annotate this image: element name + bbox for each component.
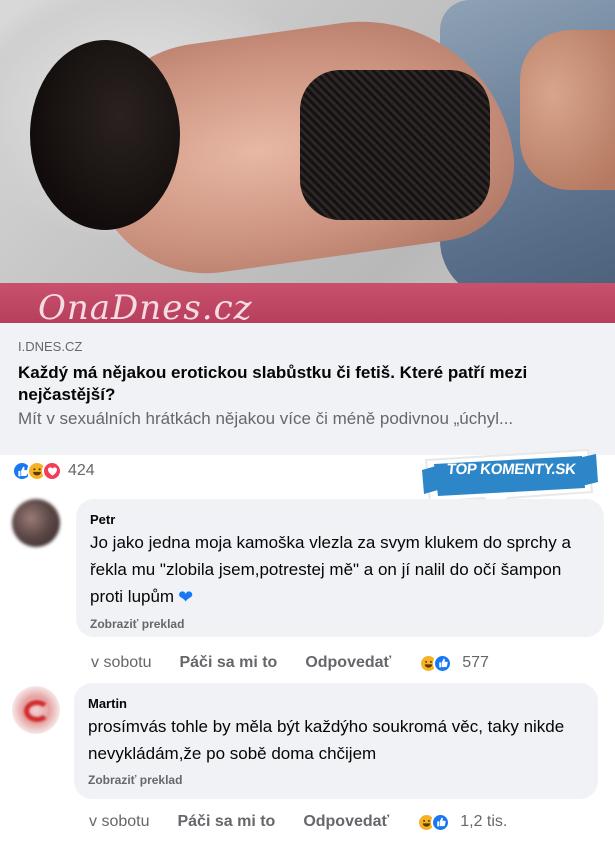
translate-link[interactable]: Zobraziť preklad <box>88 772 584 788</box>
comment-author[interactable]: Petr <box>90 511 590 528</box>
comment-reactions[interactable]: 1,2 tis. <box>417 812 508 832</box>
like-icon <box>431 812 451 832</box>
comment-timestamp[interactable]: v sobotu <box>89 813 149 831</box>
badge-text: TOP KOMENTY.SK <box>446 461 577 478</box>
like-icon <box>433 653 453 673</box>
torso-shape <box>520 30 615 190</box>
love-icon <box>42 461 62 481</box>
lace-lingerie-shape <box>300 70 490 220</box>
link-description: Mít v sexuálních hrátkách nějakou více č… <box>18 409 514 428</box>
comment-bubble-petr: Petr Jo jako jedna moja kamoška vlezla z… <box>76 499 604 637</box>
like-button[interactable]: Páči sa mi to <box>179 654 277 672</box>
comment-text: Jo jako jedna moja kamoška vlezla za svy… <box>90 529 590 611</box>
like-button[interactable]: Páči sa mi to <box>177 813 275 831</box>
reaction-summary[interactable]: 424 <box>12 460 95 482</box>
link-domain: I.DNES.CZ <box>18 339 83 354</box>
comment-reaction-count: 577 <box>462 654 489 671</box>
link-title[interactable]: Každý má nějakou erotickou slabůstku či … <box>18 362 597 406</box>
comment-actions-petr: v sobotu Páči sa mi to Odpovedať 577 <box>91 652 489 674</box>
comment-reactions[interactable]: 577 <box>419 653 489 673</box>
link-preview-image[interactable]: OnaDnes.cz <box>0 0 615 323</box>
hair-shape <box>30 40 180 230</box>
comment-timestamp[interactable]: v sobotu <box>91 654 151 672</box>
translate-link[interactable]: Zobraziť preklad <box>90 616 590 632</box>
avatar-petr[interactable] <box>12 499 60 547</box>
brand-logo: OnaDnes.cz <box>38 288 253 323</box>
reaction-count: 424 <box>68 462 95 479</box>
avatar-mark <box>24 700 50 722</box>
comment-text: prosímvás tohle by měla být každýho souk… <box>88 717 565 763</box>
comment-author[interactable]: Martin <box>88 695 584 712</box>
reply-button[interactable]: Odpovedať <box>305 654 391 672</box>
comment-actions-martin: v sobotu Páči sa mi to Odpovedať 1,2 tis… <box>89 811 507 833</box>
comment-reaction-count: 1,2 tis. <box>460 813 508 830</box>
avatar-martin[interactable] <box>12 686 60 734</box>
reply-button[interactable]: Odpovedať <box>303 813 389 831</box>
link-preview-meta[interactable]: I.DNES.CZ Každý má nějakou erotickou sla… <box>0 323 615 455</box>
comment-bubble-martin: Martin prosímvás tohle by měla být každý… <box>74 683 598 799</box>
comment-text-body: Jo jako jedna moja kamoška vlezla za svy… <box>90 533 571 606</box>
blue-heart-icon: ❤ <box>178 587 194 607</box>
